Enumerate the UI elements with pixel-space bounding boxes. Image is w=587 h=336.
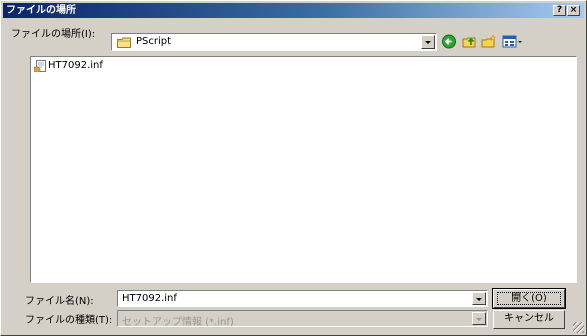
look-in-dropdown[interactable]: PScript	[111, 33, 437, 51]
resize-grip[interactable]	[573, 322, 584, 333]
look-in-value: PScript	[136, 36, 172, 47]
view-menu-icon	[502, 35, 522, 48]
file-list[interactable]: HT7092.inf	[30, 56, 577, 283]
look-in-dropdown-button[interactable]	[421, 35, 435, 49]
filetype-dropdown-button[interactable]	[472, 312, 486, 325]
back-arrow-icon	[442, 34, 456, 49]
filename-value: HT7092.inf	[122, 293, 177, 304]
help-button[interactable]: ?	[553, 5, 566, 16]
open-button[interactable]: 開く(O)	[492, 288, 566, 309]
filetype-label: ファイルの種類(T):	[25, 315, 113, 326]
filetype-value: セットアップ情報 (*.inf)	[122, 317, 234, 328]
up-folder-icon	[462, 37, 476, 48]
filename-label: ファイル名(N):	[25, 296, 94, 307]
folder-icon	[117, 37, 131, 51]
look-in-label: ファイルの場所(I):	[11, 29, 96, 40]
up-folder-button[interactable]	[461, 34, 477, 49]
title-bar[interactable]: ファイルの場所 ? ×	[3, 3, 584, 18]
filename-dropdown-button[interactable]	[472, 292, 486, 305]
cancel-button[interactable]: キャンセル	[493, 310, 565, 329]
back-button[interactable]	[441, 34, 457, 49]
window-title: ファイルの場所	[6, 5, 76, 16]
setup-file-icon	[33, 60, 47, 75]
open-button-label: 開く(O)	[497, 292, 561, 305]
filename-input[interactable]: HT7092.inf	[117, 290, 488, 307]
file-name: HT7092.inf	[48, 60, 103, 71]
view-menu-button[interactable]	[502, 34, 524, 49]
filetype-dropdown[interactable]: セットアップ情報 (*.inf)	[117, 310, 488, 328]
close-button[interactable]: ×	[567, 5, 580, 16]
new-folder-button[interactable]	[481, 34, 497, 49]
open-file-dialog: ファイルの場所 ? × ファイルの場所(I): PScript HT7092.i…	[0, 0, 587, 336]
new-folder-icon	[481, 34, 497, 48]
